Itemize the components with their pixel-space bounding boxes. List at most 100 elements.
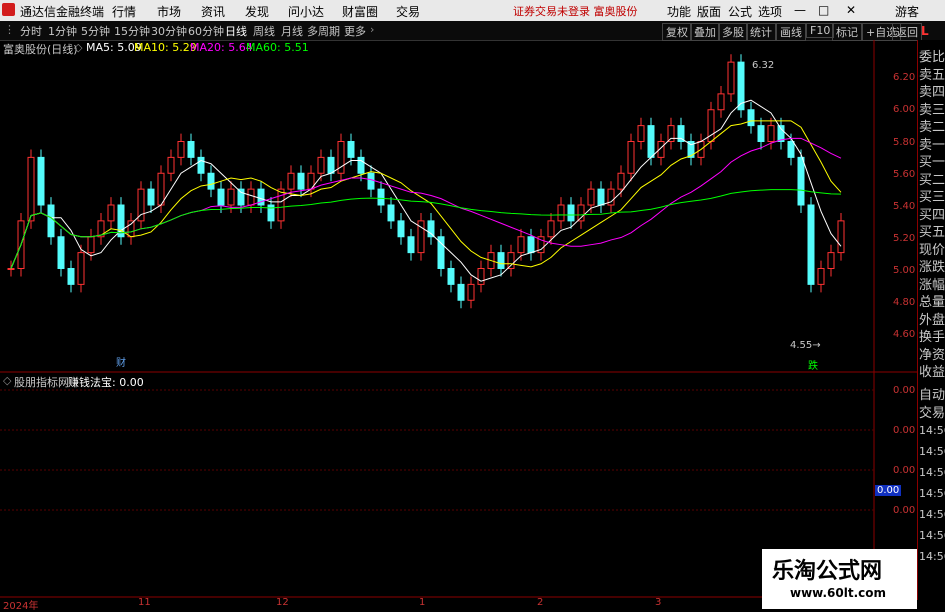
candle-body — [217, 188, 225, 206]
ma5-line — [10, 99, 842, 282]
y-tick: 5.00 — [893, 265, 916, 276]
panel-flag: L — [921, 24, 929, 38]
candle-body — [577, 204, 585, 222]
trade-time: 14:56 — [919, 466, 945, 479]
candle-body — [387, 204, 395, 222]
candle-body — [407, 236, 415, 254]
quote-field-5: 卖一 — [919, 137, 945, 153]
quote-field-1: 卖五 — [919, 67, 945, 83]
candle-body — [297, 172, 305, 190]
low-price-label: 4.55→ — [790, 340, 821, 351]
ind-y-tick: 0.00 — [893, 425, 916, 436]
candle-body — [247, 188, 255, 206]
candle-body — [157, 172, 165, 206]
y-tick: 5.80 — [893, 137, 916, 148]
x-tick: 3 — [655, 597, 662, 608]
ma60-line — [10, 189, 842, 269]
candle-body — [57, 236, 65, 269]
candle-body — [547, 220, 555, 238]
x-tick: 11 — [138, 597, 151, 608]
quote-field-15: 外盘 — [919, 312, 945, 328]
candle-body — [647, 125, 655, 158]
quote-field-7: 买二 — [919, 172, 945, 188]
candle-body — [627, 141, 635, 174]
candle-body — [817, 268, 825, 285]
ind-current-value: 0.00 — [875, 485, 902, 496]
indicator-name: 股朋指标网 — [14, 376, 69, 389]
candle-body — [717, 93, 725, 111]
candle-body — [587, 188, 595, 206]
quote-field-18: 收益 — [919, 365, 945, 380]
candle-body — [207, 172, 215, 190]
candle-body — [147, 188, 155, 206]
candle-body — [227, 188, 235, 206]
trade-field-0: 自动 — [919, 388, 945, 403]
candle-body — [477, 268, 485, 285]
trade-time: 14:56 — [919, 529, 945, 542]
quote-field-13: 涨幅 — [919, 277, 945, 293]
quote-field-0: 委比 — [919, 50, 945, 65]
candle-body — [797, 156, 805, 206]
candle-body — [317, 156, 325, 174]
candle-body — [837, 220, 845, 254]
y-tick: 5.40 — [893, 201, 916, 212]
candle-body — [167, 156, 175, 174]
candle-body — [507, 252, 515, 269]
candle-body — [287, 172, 295, 190]
candle-body — [427, 220, 435, 238]
trade-field-1: 交易 — [919, 406, 945, 421]
x-tick: 12 — [276, 597, 289, 608]
quote-field-12: 涨跌 — [919, 260, 945, 275]
candle-body — [177, 141, 185, 158]
quote-field-9: 买四 — [919, 207, 945, 223]
trade-time: 14:56 — [919, 487, 945, 500]
quote-field-3: 卖三 — [919, 102, 945, 118]
y-tick: 4.60 — [893, 329, 916, 340]
watermark-title: 乐淘公式网 — [772, 559, 883, 584]
quote-field-16: 换手 — [919, 330, 945, 345]
candle-body — [527, 236, 535, 254]
candle-body — [497, 252, 505, 269]
y-tick: 4.80 — [893, 297, 916, 308]
candle-body — [757, 125, 765, 142]
candle-body — [807, 204, 815, 285]
indicator-toggle-icon[interactable]: ◇ — [3, 374, 11, 387]
y-tick: 5.60 — [893, 169, 916, 180]
quote-field-2: 卖四 — [919, 85, 945, 100]
ind-y-tick: 0.00 — [893, 505, 916, 516]
trade-time: 14:56 — [919, 550, 945, 563]
quote-field-4: 卖二 — [919, 120, 945, 135]
ma20-line — [10, 137, 842, 269]
candle-body — [7, 268, 15, 270]
candle-body — [727, 61, 735, 95]
y-tick: 6.00 — [893, 104, 916, 115]
quote-field-17: 净资 — [919, 347, 945, 363]
candle-body — [327, 156, 335, 174]
candle-body — [187, 141, 195, 158]
candle-body — [127, 220, 135, 238]
trade-time: 14:56 — [919, 508, 945, 521]
candle-body — [27, 156, 35, 222]
candle-body — [567, 204, 575, 222]
x-tick: 2024年 — [3, 601, 39, 612]
candle-body — [367, 172, 375, 190]
trade-time: 14:56 — [919, 424, 945, 437]
quote-field-6: 买一 — [919, 155, 945, 170]
x-tick: 1 — [419, 597, 426, 608]
kline-chart[interactable]: 6.32 4.55→ 财 跌 — [0, 0, 945, 609]
candle-body — [457, 283, 465, 301]
candle-body — [277, 188, 285, 222]
candle-body — [397, 220, 405, 238]
quote-field-11: 现价 — [919, 242, 945, 258]
indicator-value: 赚钱法宝: 0.00 — [68, 376, 144, 389]
x-tick: 2 — [537, 597, 544, 608]
event-marker: 跌 — [808, 359, 818, 372]
event-marker: 财 — [116, 356, 126, 369]
candle-body — [467, 283, 475, 301]
trade-time: 14:56 — [919, 445, 945, 458]
candle-body — [597, 188, 605, 206]
candle-body — [357, 156, 365, 174]
candle-body — [107, 204, 115, 222]
candle-body — [637, 125, 645, 142]
candle-body — [447, 268, 455, 285]
